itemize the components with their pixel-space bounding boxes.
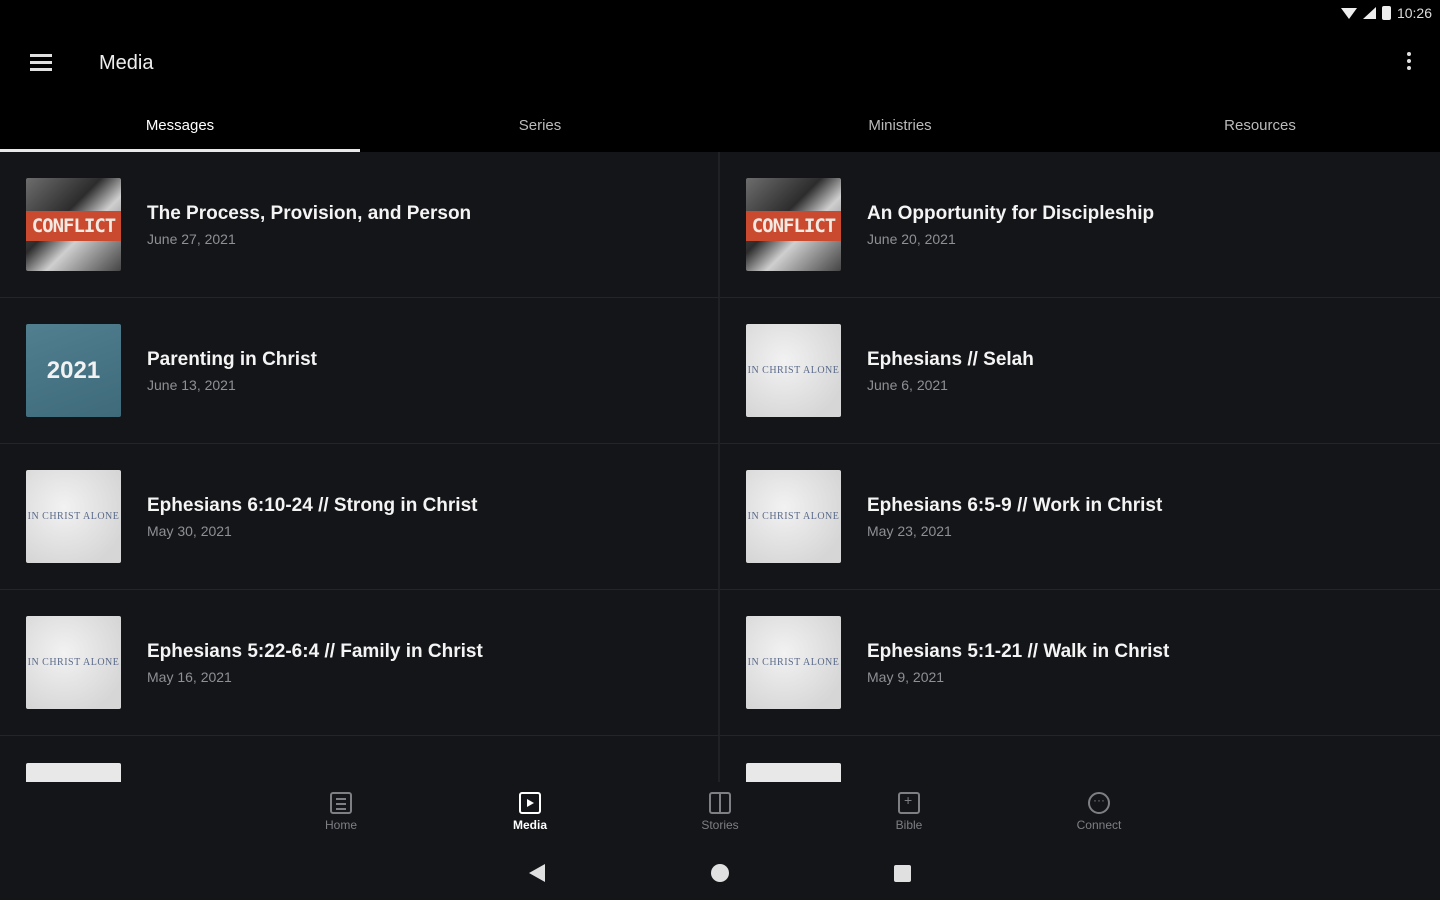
list-item-partial[interactable] — [720, 736, 1440, 782]
item-date: June 6, 2021 — [867, 376, 948, 393]
item-title: Ephesians 6:10-24 // Strong in Christ — [147, 494, 478, 516]
list-item[interactable]: IN CHRIST ALONE Ephesians // Selah June 6… — [720, 298, 1440, 444]
page-title: Media — [99, 52, 154, 74]
back-icon[interactable] — [529, 864, 545, 882]
item-title: An Opportunity for Discipleship — [867, 202, 1155, 224]
sermon-thumbnail: IN CHRIST ALONE — [746, 324, 841, 417]
item-date: May 9, 2021 — [867, 668, 945, 685]
system-navigation-bar — [0, 842, 1440, 900]
item-date: June 27, 2021 — [147, 230, 236, 247]
sermon-thumbnail: 2021 — [26, 324, 121, 417]
media-icon — [519, 792, 541, 814]
nav-media[interactable]: Media — [485, 792, 575, 832]
tab-resources[interactable]: Resources — [1080, 100, 1440, 152]
app-bar: Media — [0, 28, 1440, 100]
tab-messages[interactable]: Messages — [0, 100, 360, 152]
sermon-thumbnail: IN CHRIST ALONE — [746, 616, 841, 709]
list-item[interactable]: CONFLICT The Process, Provision, and Per… — [0, 152, 720, 298]
nav-bible[interactable]: Bible — [864, 792, 954, 832]
item-date: June 13, 2021 — [147, 376, 236, 393]
item-title: Ephesians 5:1-21 // Walk in Christ — [867, 640, 1170, 662]
item-date: May 16, 2021 — [147, 668, 232, 685]
list-item[interactable]: CONFLICT An Opportunity for Discipleship… — [720, 152, 1440, 298]
nav-home[interactable]: Home — [296, 792, 386, 832]
item-title: The Process, Provision, and Person — [147, 202, 472, 224]
tab-series[interactable]: Series — [360, 100, 720, 152]
sermon-thumbnail: CONFLICT — [26, 178, 121, 271]
wifi-icon — [1340, 7, 1357, 19]
list-item[interactable]: IN CHRIST ALONE Ephesians 5:22-6:4 // Fa… — [0, 590, 720, 736]
recents-icon[interactable] — [894, 865, 911, 882]
item-date: May 30, 2021 — [147, 522, 232, 539]
list-item[interactable]: IN CHRIST ALONE Ephesians 6:10-24 // Str… — [0, 444, 720, 590]
battery-icon — [1381, 6, 1391, 20]
bottom-navigation: Home Media Stories Bible Connect — [0, 782, 1440, 842]
sermon-thumbnail — [746, 763, 841, 782]
item-title: Ephesians 5:22-6:4 // Family in Christ — [147, 640, 483, 662]
item-title: Ephesians 6:5-9 // Work in Christ — [867, 494, 1163, 516]
list-item[interactable]: 2021 Parenting in Christ June 13, 2021 — [0, 298, 720, 444]
status-bar: 10:26 — [0, 0, 1440, 28]
status-time: 10:26 — [1396, 5, 1432, 21]
nav-connect[interactable]: Connect — [1054, 792, 1144, 832]
item-date: May 23, 2021 — [867, 522, 952, 539]
item-title: Parenting in Christ — [147, 348, 317, 370]
stories-icon — [709, 792, 731, 814]
bible-icon — [898, 792, 920, 814]
sermon-thumbnail: IN CHRIST ALONE — [26, 470, 121, 563]
home-button-icon[interactable] — [711, 864, 729, 882]
sermon-thumbnail — [26, 763, 121, 782]
list-item-partial[interactable] — [0, 736, 720, 782]
message-list: CONFLICT The Process, Provision, and Per… — [0, 152, 1440, 782]
signal-icon — [1362, 7, 1376, 19]
more-options-icon[interactable] — [1406, 52, 1412, 74]
status-icons: 10:26 — [1340, 5, 1432, 21]
item-date: June 20, 2021 — [867, 230, 956, 247]
sermon-thumbnail: IN CHRIST ALONE — [746, 470, 841, 563]
connect-icon — [1088, 792, 1110, 814]
list-item[interactable]: IN CHRIST ALONE Ephesians 6:5-9 // Work … — [720, 444, 1440, 590]
nav-stories[interactable]: Stories — [675, 792, 765, 832]
list-item[interactable]: IN CHRIST ALONE Ephesians 5:1-21 // Walk… — [720, 590, 1440, 736]
sermon-thumbnail: CONFLICT — [746, 178, 841, 271]
tab-ministries[interactable]: Ministries — [720, 100, 1080, 152]
hamburger-menu-icon[interactable] — [30, 54, 52, 72]
item-title: Ephesians // Selah — [867, 348, 1034, 370]
sermon-thumbnail: IN CHRIST ALONE — [26, 616, 121, 709]
home-icon — [330, 792, 352, 814]
tab-bar: Messages Series Ministries Resources — [0, 100, 1440, 152]
